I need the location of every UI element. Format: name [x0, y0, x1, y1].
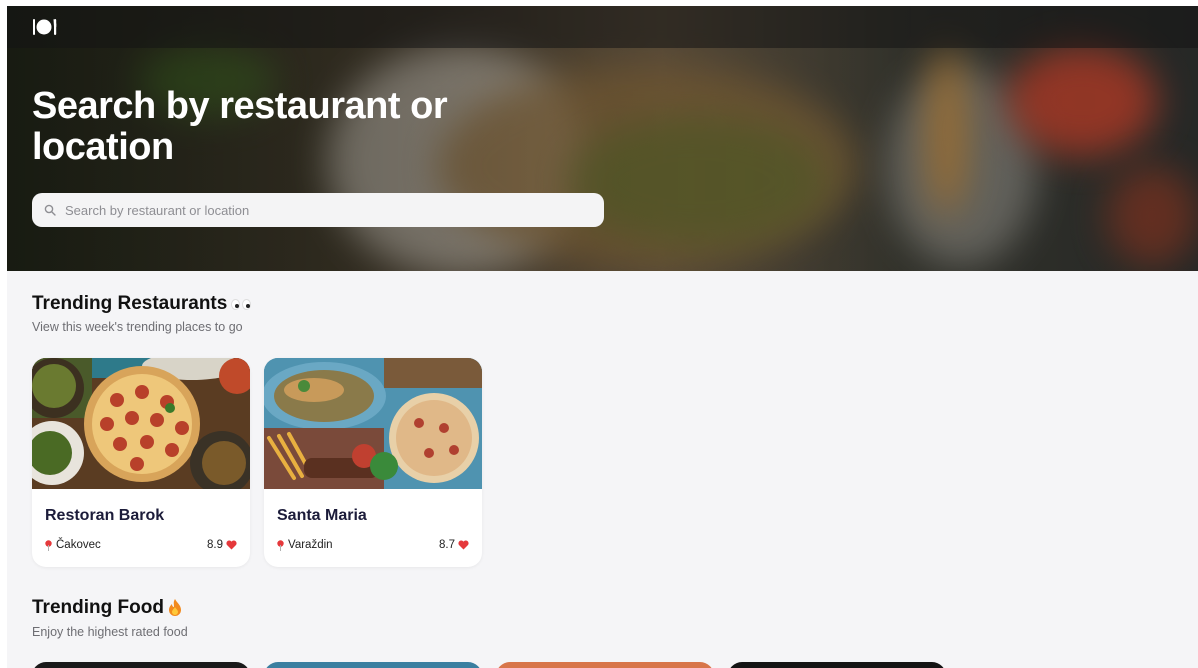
trending-restaurants-heading: Trending Restaurants — [32, 293, 252, 315]
food-card[interactable] — [496, 662, 714, 668]
restaurant-card[interactable]: Restoran Barok Čakovec 8.9 — [32, 358, 250, 567]
restaurant-rating-value: 8.7 — [439, 539, 455, 551]
food-card[interactable] — [264, 662, 482, 668]
restaurant-name: Santa Maria — [277, 507, 367, 524]
hero-title: Search by restaurant or location — [32, 85, 448, 168]
restaurant-location-text: Čakovec — [56, 539, 101, 551]
restaurant-rating: 8.7 — [439, 539, 469, 551]
restaurant-image — [264, 358, 482, 489]
app: Search by restaurant or location Trendin… — [7, 6, 1198, 668]
search-bar[interactable] — [32, 193, 604, 227]
fire-emoji-icon — [168, 599, 181, 616]
restaurant-name: Restoran Barok — [45, 507, 165, 524]
plate-cutlery-icon[interactable] — [32, 16, 58, 38]
trending-restaurants-subtitle: View this week's trending places to go — [32, 320, 243, 334]
restaurant-location: Čakovec — [45, 539, 101, 551]
location-pin-icon — [45, 539, 52, 551]
restaurant-card[interactable]: Santa Maria Varaždin 8.7 — [264, 358, 482, 567]
trending-food-heading: Trending Food — [32, 597, 182, 619]
restaurant-location: Varaždin — [277, 539, 333, 551]
search-input[interactable] — [65, 202, 585, 218]
restaurant-image — [32, 358, 250, 489]
heart-icon — [226, 540, 237, 550]
trending-restaurants-title: Trending Restaurants — [32, 293, 228, 314]
restaurant-rating: 8.9 — [207, 539, 237, 551]
heart-icon — [458, 540, 469, 550]
trending-food-subtitle: Enjoy the highest rated food — [32, 625, 188, 639]
food-card[interactable] — [32, 662, 250, 668]
restaurant-rating-value: 8.9 — [207, 539, 223, 551]
location-pin-icon — [277, 539, 284, 551]
food-card[interactable] — [728, 662, 946, 668]
hero-banner: Search by restaurant or location — [7, 6, 1198, 271]
top-bar — [7, 6, 1198, 48]
eyes-emoji-icon — [231, 298, 252, 310]
trending-food-title: Trending Food — [32, 597, 164, 618]
search-icon — [44, 204, 56, 216]
restaurant-location-text: Varaždin — [288, 539, 333, 551]
